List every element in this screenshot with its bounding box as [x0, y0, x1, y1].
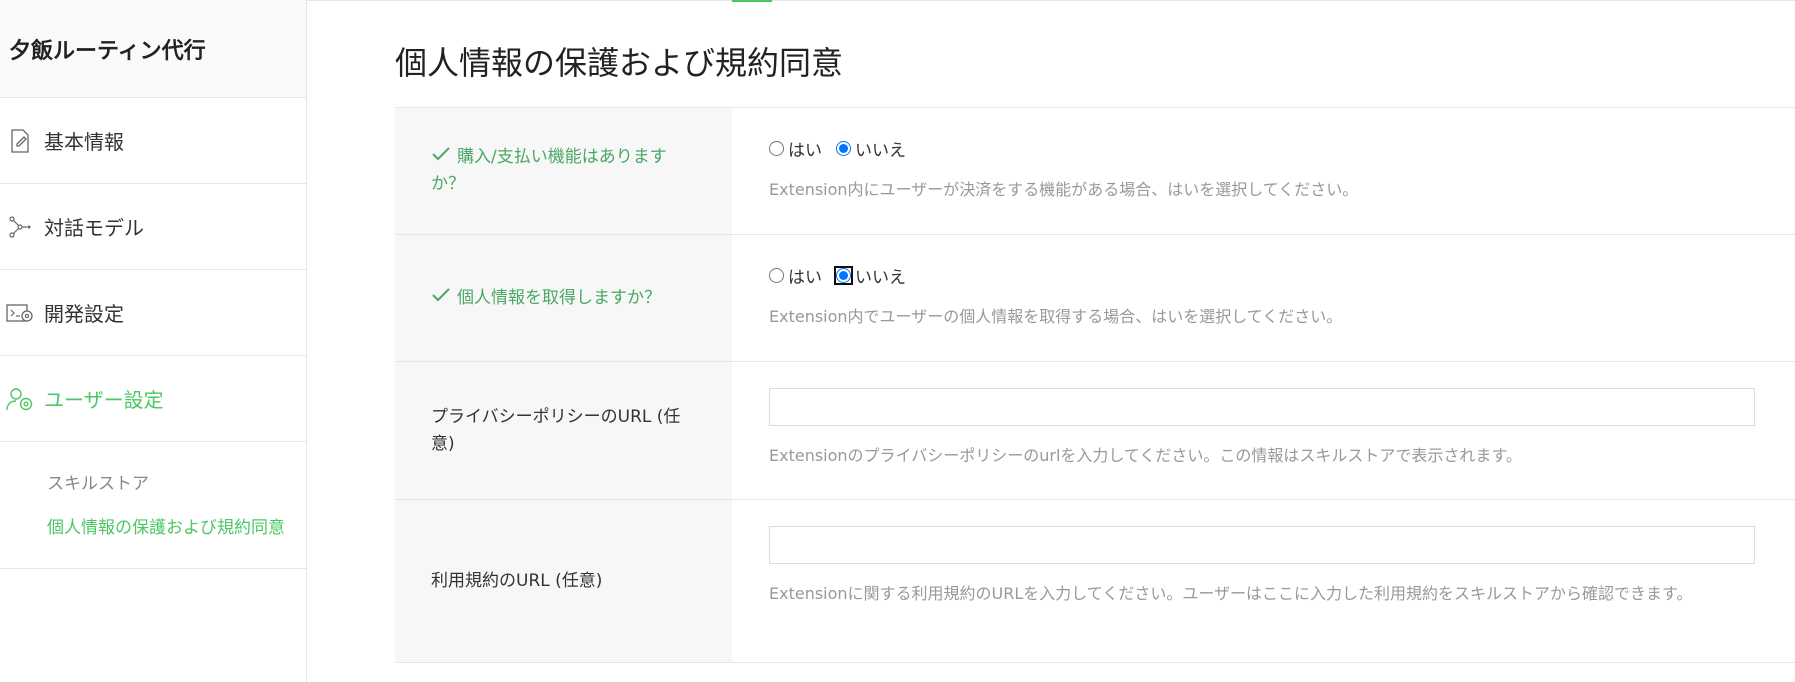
sidebar-item-dialog-model[interactable]: 対話モデル [0, 184, 306, 270]
row-content-purchase: はい いいえ Extension内にユーザーが決済をする機能がある場合、はいを選… [732, 108, 1795, 234]
user-settings-icon [6, 385, 34, 413]
row-label-text: 利用規約のURL (任意) [431, 570, 603, 591]
sidebar-subnav: スキルストア 個人情報の保護および規約同意 [0, 442, 306, 569]
row-content-terms-url: Extensionに関する利用規約のURLを入力してください。ユーザーはここに入… [732, 500, 1795, 662]
radio-purchase-yes[interactable] [769, 141, 784, 156]
help-text-purchase: Extension内にユーザーが決済をする機能がある場合、はいを選択してください… [769, 180, 1359, 199]
form-row-purchase: 購入/支払い機能はありますか？ はい いいえ Extension内にユーザーが決… [395, 108, 1795, 235]
radio-group-purchase: はい いいえ [769, 136, 1795, 161]
sidebar-item-label: 開発設定 [44, 302, 124, 326]
form-row-privacy-url: プライバシーポリシーのURL (任意) Extensionのプライバシーポリシー… [395, 362, 1795, 500]
dialog-model-icon [6, 213, 34, 241]
sidebar-title: 夕飯ルーティン代行 [0, 0, 306, 98]
edit-document-icon [6, 127, 34, 155]
sidebar-item-label: 基本情報 [44, 130, 124, 154]
help-text-terms-url: Extensionに関する利用規約のURLを入力してください。ユーザーはここに入… [769, 584, 1693, 603]
radio-group-personal: はい いいえ [769, 263, 1795, 288]
radio-personal-yes[interactable] [769, 268, 784, 283]
check-icon [431, 144, 451, 171]
radio-label-yes: はい [788, 141, 822, 161]
help-text-privacy-url: Extensionのプライバシーポリシーのurlを入力してください。この情報はス… [769, 446, 1522, 465]
row-content-personal: はい いいえ Extension内でユーザーの個人情報を取得する場合、はいを選択… [732, 235, 1795, 361]
radio-personal-no[interactable] [834, 266, 853, 285]
row-label-text: プライバシーポリシーのURL (任意) [431, 406, 681, 454]
privacy-policy-url-input[interactable] [769, 388, 1755, 426]
row-label-text: 個人情報を取得しますか？ [457, 287, 661, 308]
radio-purchase-no[interactable] [836, 141, 851, 156]
sidebar: 夕飯ルーティン代行 基本情報 対話モデル 開発設定 ユーザー設定 スキルストア … [0, 0, 307, 682]
radio-option-no[interactable]: いいえ [834, 263, 906, 288]
row-label-text: 購入/支払い機能はありますか？ [431, 147, 667, 194]
top-accent-bar [732, 0, 772, 2]
sidebar-item-user-settings[interactable]: ユーザー設定 [0, 356, 306, 442]
radio-option-yes[interactable]: はい [769, 263, 822, 288]
radio-label-yes: はい [788, 268, 822, 288]
form-row-personal: 個人情報を取得しますか？ はい いいえ Extension内でユーザーの個人情報… [395, 235, 1795, 362]
subnav-item-skill-store[interactable]: スキルストア [47, 462, 306, 506]
page-title: 個人情報の保護および規約同意 [395, 44, 844, 82]
sidebar-item-dev-settings[interactable]: 開発設定 [0, 270, 306, 356]
help-text-personal: Extension内でユーザーの個人情報を取得する場合、はいを選択してください。 [769, 307, 1343, 326]
row-label-personal: 個人情報を取得しますか？ [395, 235, 732, 361]
row-label-privacy-url: プライバシーポリシーのURL (任意) [395, 362, 732, 499]
sidebar-item-basic-info[interactable]: 基本情報 [0, 98, 306, 184]
terms-url-input[interactable] [769, 526, 1755, 564]
row-label-purchase: 購入/支払い機能はありますか？ [395, 108, 732, 234]
dev-settings-icon [6, 299, 34, 327]
radio-label-no: いいえ [855, 141, 906, 161]
radio-option-yes[interactable]: はい [769, 136, 822, 161]
row-content-privacy-url: Extensionのプライバシーポリシーのurlを入力してください。この情報はス… [732, 362, 1795, 499]
check-icon [431, 285, 451, 312]
sidebar-item-label: 対話モデル [44, 216, 144, 240]
radio-option-no[interactable]: いいえ [836, 136, 906, 161]
form-row-terms-url: 利用規約のURL (任意) Extensionに関する利用規約のURLを入力して… [395, 500, 1795, 663]
subnav-item-privacy-terms[interactable]: 個人情報の保護および規約同意 [47, 506, 306, 550]
radio-label-no: いいえ [855, 268, 906, 288]
sidebar-item-label: ユーザー設定 [44, 388, 164, 412]
form-table: 購入/支払い機能はありますか？ はい いいえ Extension内にユーザーが決… [395, 107, 1795, 663]
row-label-terms-url: 利用規約のURL (任意) [395, 500, 732, 662]
